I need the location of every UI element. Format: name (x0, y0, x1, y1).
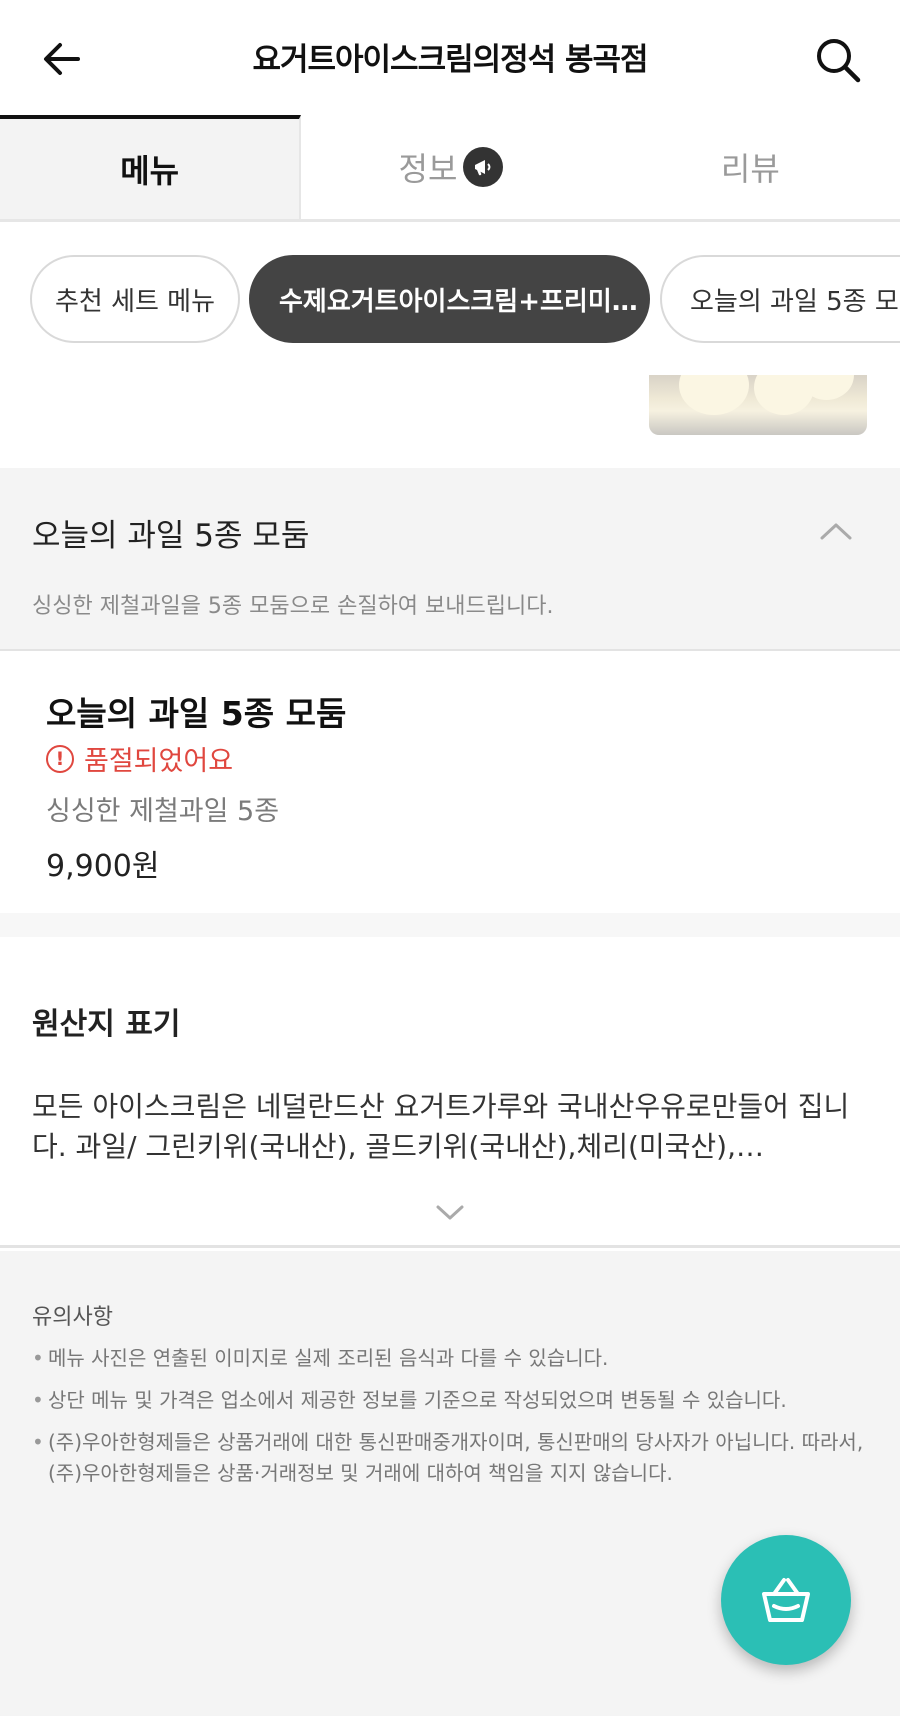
tab-info-label: 정보 (398, 150, 458, 188)
search-icon[interactable] (812, 34, 864, 86)
section-title: 오늘의 과일 5종 모둠 (32, 518, 310, 554)
menu-item-description: 싱싱한 제철과일 5종 (46, 796, 280, 827)
chip-label: 수제요거트아이스크림+프리미… (279, 286, 638, 317)
chip-label: 오늘의 과일 5종 모둠 (690, 286, 900, 317)
chip-recommended-set[interactable]: 추천 세트 메뉴 (30, 255, 240, 343)
chip-fruit-platter[interactable]: 오늘의 과일 5종 모둠 (660, 255, 900, 343)
top-app-bar: 요거트아이스크림의정석 봉곡점 (0, 0, 900, 115)
menu-item-photo[interactable] (649, 375, 867, 435)
menu-section-header[interactable]: 오늘의 과일 5종 모둠 싱싱한 제철과일을 5종 모둠으로 손질하여 보내드립… (0, 468, 900, 651)
notice-item: (주)우아한형제들은 상품거래에 대한 통신판매중개자이며, 통신판매의 당사자… (32, 1427, 872, 1489)
section-description: 싱싱한 제철과일을 5종 모둠으로 손질하여 보내드립니다. (32, 594, 554, 619)
sold-out-status: ! 품절되었어요 (46, 739, 233, 778)
chip-label: 추천 세트 메뉴 (54, 286, 216, 317)
tab-menu[interactable]: 메뉴 (0, 115, 302, 219)
origin-info: 원산지 표기 모든 아이스크림은 네덜란드산 요거트가루와 국내산우유로만들어 … (0, 937, 900, 1248)
megaphone-icon (463, 147, 504, 187)
section-divider (0, 913, 900, 937)
alert-circle-icon: ! (46, 744, 74, 773)
store-title: 요거트아이스크림의정석 봉곡점 (252, 42, 648, 78)
chip-yogurt-icecream[interactable]: 수제요거트아이스크림+프리미… (249, 255, 650, 343)
cart-basket-icon (762, 1578, 810, 1622)
menu-item[interactable]: 오늘의 과일 5종 모둠 ! 품절되었어요 싱싱한 제철과일 5종 9,900원 (0, 653, 900, 913)
notice-title: 유의사항 (32, 1305, 113, 1330)
chevron-down-icon[interactable] (430, 1201, 470, 1225)
sold-out-label: 품절되었어요 (84, 746, 234, 777)
tab-info[interactable]: 정보 (301, 115, 600, 219)
store-tabs: 메뉴 정보 리뷰 (0, 115, 900, 222)
tab-reviews-label: 리뷰 (720, 150, 780, 188)
menu-item-name: 오늘의 과일 5종 모둠 (46, 694, 347, 733)
photo-detail (679, 375, 749, 415)
tab-menu-label: 메뉴 (120, 152, 180, 190)
chevron-up-icon[interactable] (816, 516, 856, 546)
notice-item: 상단 메뉴 및 가격은 업소에서 제공한 정보를 기준으로 작성되었으며 변동될… (32, 1385, 872, 1416)
tab-reviews[interactable]: 리뷰 (601, 115, 900, 219)
notice-list: 메뉴 사진은 연출된 이미지로 실제 조리된 음식과 다를 수 있습니다. 상단… (32, 1343, 872, 1500)
cart-button[interactable] (721, 1535, 851, 1665)
menu-item-price: 9,900원 (46, 849, 160, 884)
notice-item: 메뉴 사진은 연출된 이미지로 실제 조리된 음식과 다를 수 있습니다. (32, 1343, 872, 1374)
origin-text: 모든 아이스크림은 네덜란드산 요거트가루와 국내산우유로만들어 집니다. 과일… (32, 1090, 850, 1163)
category-chip-bar[interactable]: 추천 세트 메뉴 수제요거트아이스크림+프리미… 오늘의 과일 5종 모둠 (0, 255, 900, 345)
origin-title: 원산지 표기 (32, 1007, 181, 1042)
